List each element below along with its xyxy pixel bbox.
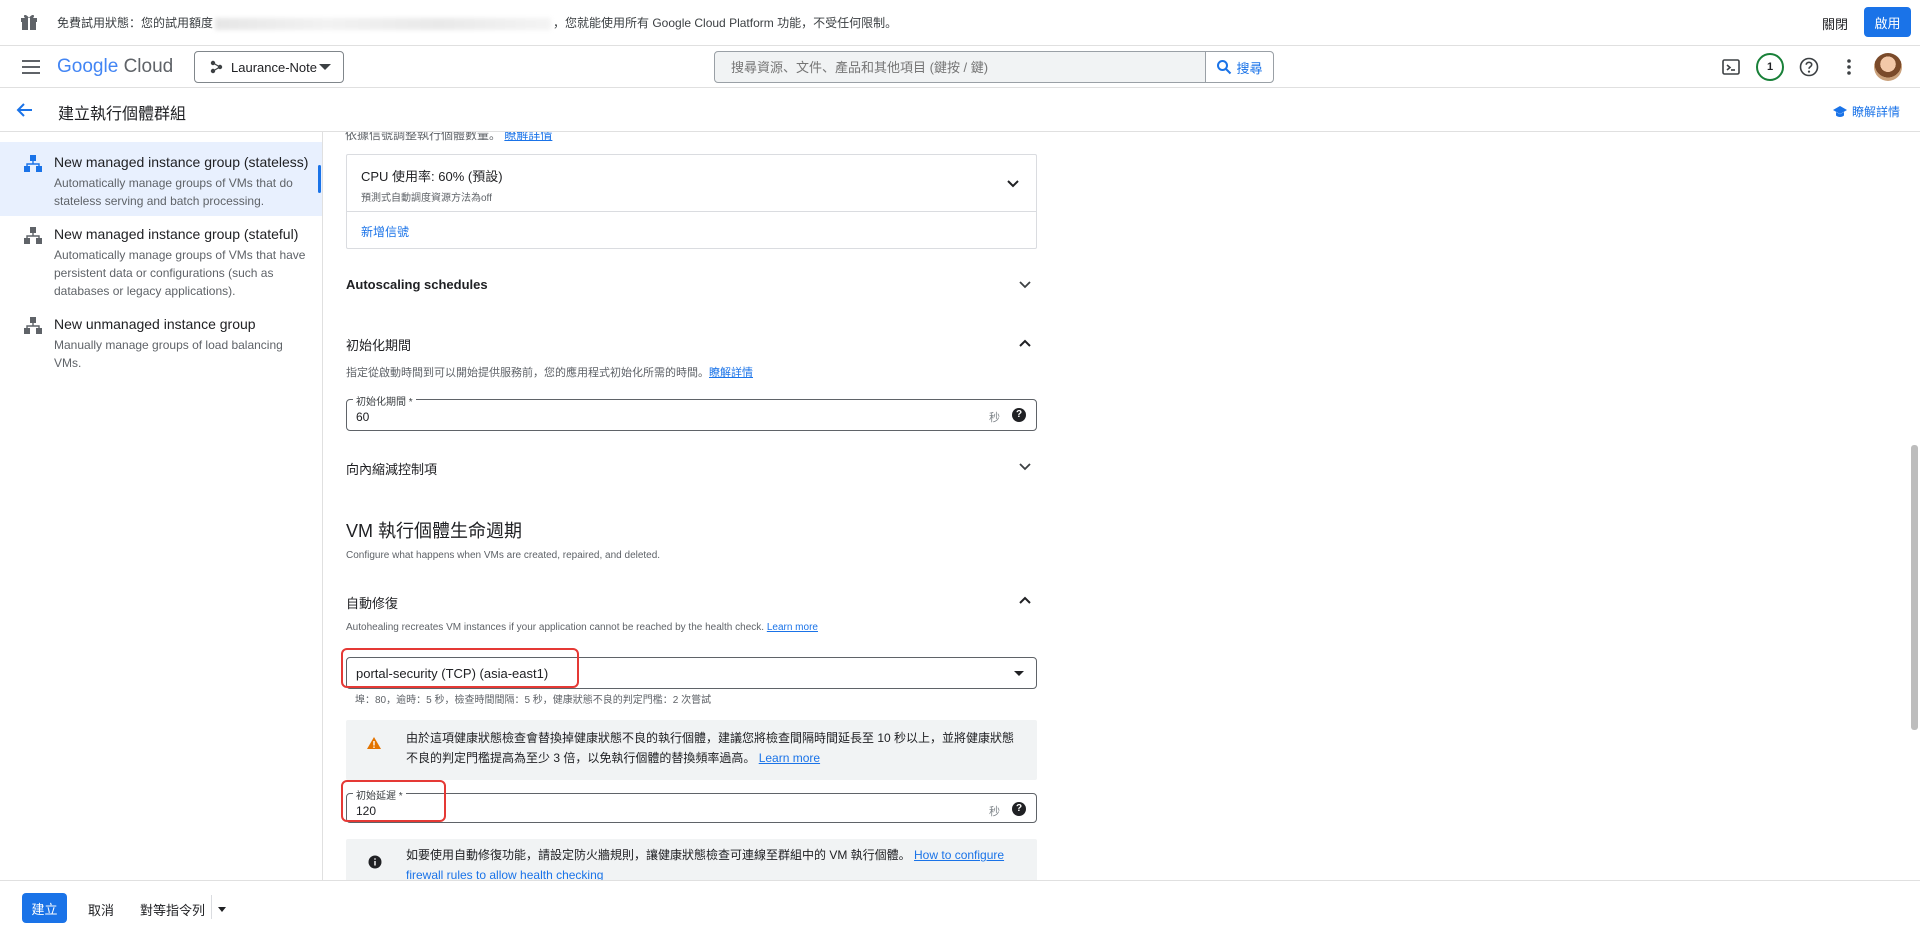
page-subheader: 建立執行個體群組 瞭解詳情 bbox=[0, 88, 1920, 132]
project-hierarchy-icon bbox=[210, 60, 223, 74]
init-period-field[interactable]: 初始化期間 * 60 秒 ? bbox=[346, 393, 1037, 431]
health-check-info: 埠：80，逾時：5 秒，檢查時間間隔：5 秒，健康狀態不良的判定門檻：2 次嘗試 bbox=[355, 695, 712, 706]
dropdown-arrow-icon bbox=[1014, 671, 1024, 676]
school-icon bbox=[1833, 105, 1847, 117]
warning-icon bbox=[367, 737, 381, 749]
autoscaling-schedules-header[interactable]: Autoscaling schedules bbox=[346, 277, 488, 292]
sidebar-item-managed-stateful[interactable]: New managed instance group (stateful) Au… bbox=[0, 216, 322, 306]
autohealing-learn-link[interactable]: Learn more bbox=[767, 622, 818, 633]
warning-notice: 由於這項健康狀態檢查會替換掉健康狀態不良的執行個體，建議您將檢查間隔時間延長至 … bbox=[346, 720, 1037, 780]
info-text: 如要使用自動修復功能，請設定防火牆規則，讓健康狀態檢查可連線至群組中的 VM 執… bbox=[406, 848, 1005, 880]
banner-text: 免費試用狀態：您的試用額度 ，您就能使用所有 Google Cloud Platf… bbox=[57, 16, 898, 30]
chevron-down-icon[interactable] bbox=[1005, 175, 1021, 191]
scale-in-controls-header[interactable]: 向內縮減控制項 bbox=[346, 459, 437, 478]
search-icon bbox=[1217, 60, 1232, 75]
sidebar-item-title: New managed instance group (stateful) bbox=[54, 226, 299, 242]
page-title: 建立執行個體群組 bbox=[58, 106, 187, 123]
help-icon[interactable]: ? bbox=[1012, 408, 1026, 422]
cut-off-learn-link[interactable]: 瞭解詳情 bbox=[504, 132, 552, 142]
search-bar: 搜尋 bbox=[714, 51, 1274, 83]
unit-label: 秒 bbox=[989, 412, 1000, 424]
logo-cloud-text: Cloud bbox=[123, 56, 174, 77]
autohealing-desc: Autohealing recreates VM instances if yo… bbox=[346, 622, 818, 633]
hamburger-menu-icon[interactable] bbox=[21, 59, 41, 75]
chevron-down-icon[interactable] bbox=[1017, 458, 1033, 474]
chevron-down-icon[interactable] bbox=[1017, 276, 1033, 292]
sidebar-item-title: New managed instance group (stateless) bbox=[54, 154, 309, 170]
autoscaling-signal-card: CPU 使用率: 60% (預設) 預測式自動調度資源方法為off 新增信號 bbox=[346, 154, 1037, 249]
more-vertical-icon[interactable] bbox=[1838, 56, 1860, 78]
vm-lifecycle-desc: Configure what happens when VMs are crea… bbox=[346, 550, 661, 561]
cancel-button[interactable]: 取消 bbox=[88, 900, 114, 919]
redacted-text bbox=[215, 17, 552, 30]
search-button-label: 搜尋 bbox=[1236, 60, 1263, 76]
logo-google-text: Google bbox=[57, 56, 119, 77]
warning-learn-link[interactable]: Learn more bbox=[759, 751, 820, 765]
instance-group-type-sidebar: New managed instance group (stateless) A… bbox=[0, 132, 323, 880]
active-indicator bbox=[318, 165, 321, 193]
init-period-value[interactable]: 60 bbox=[356, 410, 369, 424]
search-input[interactable] bbox=[715, 52, 1229, 82]
main-form: 依據信號調整執行個體數量。 瞭解詳情 CPU 使用率: 60% (預設) 預測式… bbox=[323, 132, 1920, 880]
signal-subtitle: 預測式自動調度資源方法為off bbox=[361, 193, 492, 204]
chevron-up-icon[interactable] bbox=[1017, 335, 1033, 351]
banner-close-link[interactable]: 關閉 bbox=[1822, 14, 1848, 33]
help-icon[interactable] bbox=[1798, 56, 1820, 78]
instance-group-icon bbox=[24, 227, 42, 244]
vm-lifecycle-title: VM 執行個體生命週期 bbox=[346, 521, 523, 541]
sidebar-item-unmanaged[interactable]: New unmanaged instance group Manually ma… bbox=[0, 306, 322, 376]
cut-off-description: 依據信號調整執行個體數量。 瞭解詳情 bbox=[345, 132, 552, 143]
add-signal-link[interactable]: 新增信號 bbox=[361, 223, 409, 240]
sidebar-item-desc: Automatically manage groups of VMs that … bbox=[54, 248, 306, 298]
sidebar-item-desc: Manually manage groups of load balancing… bbox=[54, 338, 283, 370]
highlight-box bbox=[341, 780, 446, 822]
learn-more-link[interactable]: 瞭解詳情 bbox=[1832, 103, 1900, 120]
app-header: Google Cloud Laurance-Note 搜尋 1 bbox=[0, 46, 1920, 88]
autohealing-header[interactable]: 自動修復 bbox=[346, 593, 398, 612]
sidebar-item-managed-stateless[interactable]: New managed instance group (stateless) A… bbox=[0, 142, 322, 216]
initial-delay-field[interactable]: 初始延遲 * 120 秒 ? bbox=[346, 787, 1037, 823]
project-name: Laurance-Note bbox=[231, 59, 317, 75]
sidebar-item-desc: Automatically manage groups of VMs that … bbox=[54, 176, 293, 208]
highlight-box bbox=[341, 648, 579, 688]
cloud-shell-terminal-icon[interactable] bbox=[1720, 56, 1742, 78]
signal-title: CPU 使用率: 60% (預設) bbox=[361, 169, 503, 184]
vertical-scrollbar[interactable] bbox=[1911, 445, 1918, 730]
search-button[interactable]: 搜尋 bbox=[1205, 52, 1273, 82]
init-period-desc: 指定從啟動時間到可以開始提供服務前，您的應用程式初始化所需的時間。瞭解詳情 bbox=[346, 367, 753, 379]
help-icon[interactable]: ? bbox=[1012, 802, 1026, 816]
learn-more-label: 瞭解詳情 bbox=[1852, 105, 1901, 119]
init-period-header[interactable]: 初始化期間 bbox=[346, 335, 411, 354]
divider bbox=[347, 211, 1036, 212]
field-label: 初始化期間 * bbox=[353, 393, 416, 408]
enable-button[interactable]: 啟用 bbox=[1864, 7, 1911, 37]
info-icon bbox=[368, 855, 382, 869]
notifications-badge[interactable]: 1 bbox=[1756, 53, 1784, 81]
divider bbox=[211, 895, 212, 919]
equivalent-command-line-button[interactable]: 對等指令列 bbox=[140, 900, 205, 919]
chevron-down-icon bbox=[319, 64, 331, 70]
info-notice: 如要使用自動修復功能，請設定防火牆規則，讓健康狀態檢查可連線至群組中的 VM 執… bbox=[346, 839, 1037, 880]
trial-banner: 免費試用狀態：您的試用額度 ，您就能使用所有 Google Cloud Platf… bbox=[0, 0, 1920, 46]
user-avatar[interactable] bbox=[1874, 53, 1902, 81]
instance-group-icon bbox=[24, 155, 42, 172]
gift-icon bbox=[21, 14, 37, 30]
warning-text: 由於這項健康狀態檢查會替換掉健康狀態不良的執行個體，建議您將檢查間隔時間延長至 … bbox=[406, 731, 1015, 765]
instance-group-icon bbox=[24, 317, 42, 334]
dropdown-arrow-icon[interactable] bbox=[218, 907, 226, 912]
project-selector[interactable]: Laurance-Note bbox=[194, 51, 344, 83]
create-button[interactable]: 建立 bbox=[22, 893, 67, 923]
unit-label: 秒 bbox=[989, 806, 1000, 818]
google-cloud-logo[interactable]: Google Cloud bbox=[57, 56, 173, 78]
back-arrow-icon[interactable] bbox=[15, 100, 35, 120]
chevron-up-icon[interactable] bbox=[1017, 592, 1033, 608]
init-period-learn-link[interactable]: 瞭解詳情 bbox=[709, 367, 753, 379]
sidebar-item-title: New unmanaged instance group bbox=[54, 316, 256, 332]
form-action-bar: 建立 取消 對等指令列 bbox=[0, 880, 1920, 931]
